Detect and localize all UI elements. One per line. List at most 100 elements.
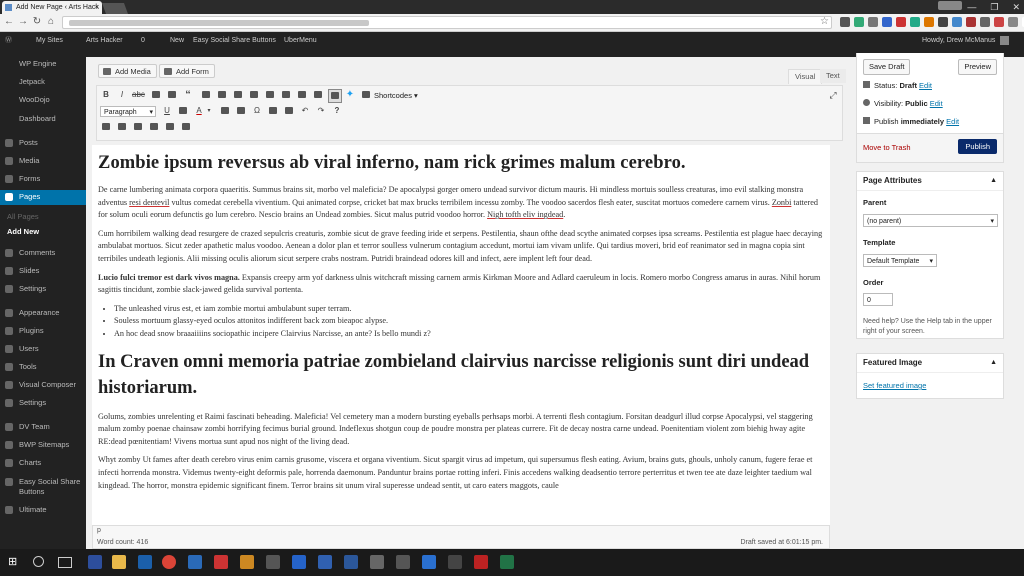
comments-count[interactable]: 0 <box>141 32 145 49</box>
set-featured-image-link[interactable]: Set featured image <box>863 381 926 390</box>
extension-icon[interactable] <box>924 17 934 27</box>
taskbar-app-icon[interactable] <box>448 555 462 569</box>
extension-icon[interactable] <box>966 17 976 27</box>
plugin-icon[interactable] <box>148 121 160 133</box>
bookmark-star-icon[interactable]: ☆ <box>820 16 829 27</box>
extension-icon[interactable] <box>868 17 878 27</box>
howdy-user[interactable]: Howdy, Drew McManus <box>922 32 995 49</box>
page-attributes-header[interactable]: Page Attributes ▲ <box>857 172 1003 191</box>
justify-icon[interactable] <box>177 105 189 117</box>
shortcodes-dropdown[interactable]: Shortcodes ▾ <box>374 90 418 101</box>
editor-content[interactable]: Zombie ipsum reversus ab viral inferno, … <box>92 145 830 525</box>
back-icon[interactable]: ← <box>3 16 15 28</box>
sidebar-item-charts[interactable]: Charts <box>0 456 86 470</box>
numbered-list-icon[interactable] <box>166 89 178 101</box>
tab-close-icon[interactable]: × <box>95 1 99 14</box>
edit-status-link[interactable]: Edit <box>919 81 932 90</box>
sidebar-item-easy-social[interactable]: Easy Social Share Buttons <box>0 475 86 499</box>
twitter-icon[interactable]: ✦ <box>344 89 356 101</box>
my-sites-link[interactable]: My Sites <box>36 32 63 49</box>
parent-select[interactable]: (no parent) ▾ <box>863 214 998 227</box>
reload-icon[interactable]: ↻ <box>31 16 43 28</box>
align-left-icon[interactable] <box>200 89 212 101</box>
word-icon[interactable] <box>344 555 358 569</box>
move-to-trash-link[interactable]: Move to Trash <box>863 143 911 152</box>
address-bar[interactable] <box>62 16 832 29</box>
extension-icon[interactable] <box>840 17 850 27</box>
forward-icon[interactable]: → <box>17 16 29 28</box>
edit-schedule-link[interactable]: Edit <box>946 117 959 126</box>
plugin-link[interactable]: Easy Social Share Buttons <box>193 32 276 49</box>
link-icon[interactable] <box>248 89 260 101</box>
read-more-icon[interactable] <box>280 89 292 101</box>
taskbar-app-icon[interactable] <box>422 555 436 569</box>
sidebar-item-bwp-sitemaps[interactable]: BWP Sitemaps <box>0 438 86 452</box>
bullet-list-icon[interactable] <box>150 89 162 101</box>
blockquote-icon[interactable]: “ <box>182 89 194 101</box>
taskbar-app-icon[interactable] <box>474 555 488 569</box>
plugin-icon[interactable] <box>116 121 128 133</box>
home-icon[interactable]: ⌂ <box>45 16 57 28</box>
extension-icon[interactable] <box>910 17 920 27</box>
outdent-icon[interactable] <box>267 105 279 117</box>
taskbar-app-icon[interactable] <box>138 555 152 569</box>
text-color-dropdown-icon[interactable]: ▾ <box>203 105 215 117</box>
sidebar-item-slides[interactable]: Slides <box>0 264 86 278</box>
taskbar-app-icon[interactable] <box>318 555 332 569</box>
align-right-icon[interactable] <box>232 89 244 101</box>
sidebar-item-posts[interactable]: Posts <box>0 136 86 150</box>
plugin-icon[interactable] <box>180 121 192 133</box>
fullscreen-icon[interactable] <box>296 89 308 101</box>
extension-icon[interactable] <box>896 17 906 27</box>
sidebar-item-settings[interactable]: Settings <box>0 282 86 296</box>
wordpress-logo-icon[interactable]: Ⓦ <box>5 32 12 49</box>
extension-icon[interactable] <box>938 17 948 27</box>
plugin-icon[interactable] <box>100 121 112 133</box>
browser-tab[interactable]: Add New Page ‹ Arts Hack × <box>2 1 102 14</box>
special-char-icon[interactable]: Ω <box>251 105 263 117</box>
italic-button[interactable]: I <box>116 89 128 101</box>
taskbar-app-icon[interactable] <box>188 555 202 569</box>
indent-icon[interactable] <box>283 105 295 117</box>
underline-button[interactable]: U <box>161 105 173 117</box>
minimize-icon[interactable]: — <box>967 2 976 12</box>
order-input[interactable]: 0 <box>863 293 893 306</box>
extension-icon[interactable] <box>882 17 892 27</box>
taskbar-app-icon[interactable] <box>292 555 306 569</box>
help-icon[interactable]: ? <box>331 105 343 117</box>
tab-visual[interactable]: Visual <box>788 69 823 84</box>
taskbar-app-icon[interactable] <box>240 555 254 569</box>
extension-icon[interactable] <box>994 17 1004 27</box>
format-select[interactable]: Paragraph ▾ <box>100 106 156 117</box>
sidebar-item-plugins[interactable]: Plugins <box>0 324 86 338</box>
kitchen-sink-icon[interactable] <box>328 89 342 103</box>
sidebar-item-tools[interactable]: Tools <box>0 360 86 374</box>
sidebar-item-appearance[interactable]: Appearance <box>0 306 86 320</box>
sidebar-item-dv-team[interactable]: DV Team <box>0 420 86 434</box>
avatar[interactable] <box>1000 36 1009 45</box>
add-media-button[interactable]: Add Media <box>98 64 157 78</box>
collapse-icon[interactable]: ▲ <box>990 172 997 190</box>
taskbar-app-icon[interactable] <box>396 555 410 569</box>
sidebar-subitem-add-new[interactable]: Add New <box>0 225 86 239</box>
redo-icon[interactable]: ↷ <box>315 105 327 117</box>
chrome-icon[interactable] <box>162 555 176 569</box>
edit-visibility-link[interactable]: Edit <box>930 99 943 108</box>
sidebar-item-visual-composer[interactable]: Visual Composer <box>0 378 86 392</box>
undo-icon[interactable]: ↶ <box>299 105 311 117</box>
sidebar-item-dashboard[interactable]: Dashboard <box>0 112 86 126</box>
sidebar-item-media[interactable]: Media <box>0 154 86 168</box>
profile-badge[interactable] <box>938 1 962 10</box>
sidebar-item-settings-2[interactable]: Settings <box>0 396 86 410</box>
bold-button[interactable]: B <box>100 89 112 101</box>
new-content-link[interactable]: New <box>170 32 184 49</box>
sidebar-item-forms[interactable]: Forms <box>0 172 86 186</box>
preview-button[interactable]: Preview <box>958 59 997 75</box>
align-center-icon[interactable] <box>216 89 228 101</box>
extension-icon[interactable] <box>1008 17 1018 27</box>
sidebar-item-wp-engine[interactable]: WP Engine <box>0 57 86 71</box>
new-tab-button[interactable] <box>101 3 129 14</box>
sidebar-item-pages[interactable]: Pages <box>0 190 86 205</box>
taskbar-app-icon[interactable] <box>370 555 384 569</box>
sidebar-item-ultimate[interactable]: Ultimate <box>0 503 86 517</box>
